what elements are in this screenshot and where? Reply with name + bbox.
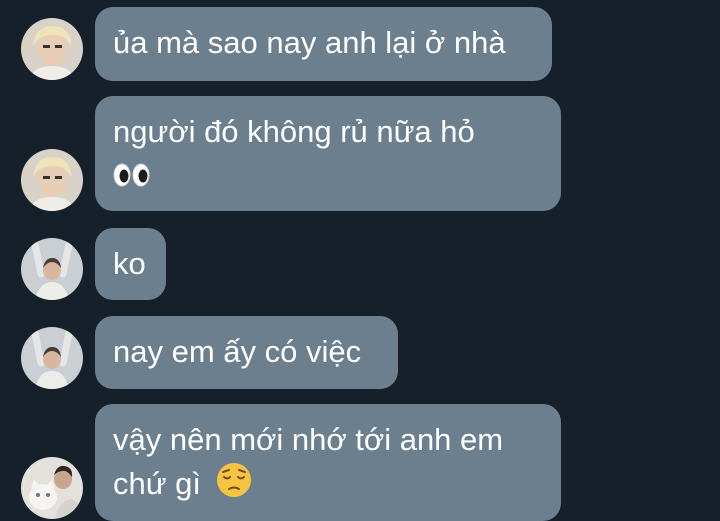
message-text: vậy nên mới nhớ tới anh em [113, 422, 504, 457]
avatar[interactable] [21, 238, 83, 300]
message-text: ko [113, 246, 146, 281]
avatar[interactable] [21, 149, 83, 211]
avatar-arms-up-icon [21, 238, 83, 300]
avatar[interactable] [21, 327, 83, 389]
avatar-cat-icon [21, 457, 83, 519]
message-text: ủa mà sao nay anh lại ở nhà [113, 25, 506, 60]
eyes-emoji-icon [113, 156, 151, 200]
avatar-blonde-icon [21, 149, 83, 211]
avatar[interactable] [21, 457, 83, 519]
message-bubble[interactable]: ủa mà sao nay anh lại ở nhà [95, 7, 552, 81]
message-bubble[interactable]: ko [95, 228, 166, 300]
message-bubble[interactable]: vậy nên mới nhớ tới anh em chứ gì [95, 404, 561, 521]
avatar-arms-up-icon [21, 327, 83, 389]
pensive-face-emoji-icon [216, 462, 252, 510]
message-bubble[interactable]: nay em ấy có việc [95, 316, 398, 389]
avatar-blonde-icon [21, 18, 83, 80]
message-bubble[interactable]: người đó không rủ nữa hỏ [95, 96, 561, 211]
message-text: chứ gì [113, 466, 201, 502]
message-text: người đó không rủ nữa hỏ [113, 114, 475, 149]
avatar[interactable] [21, 18, 83, 80]
message-text: nay em ấy có việc [113, 334, 362, 369]
